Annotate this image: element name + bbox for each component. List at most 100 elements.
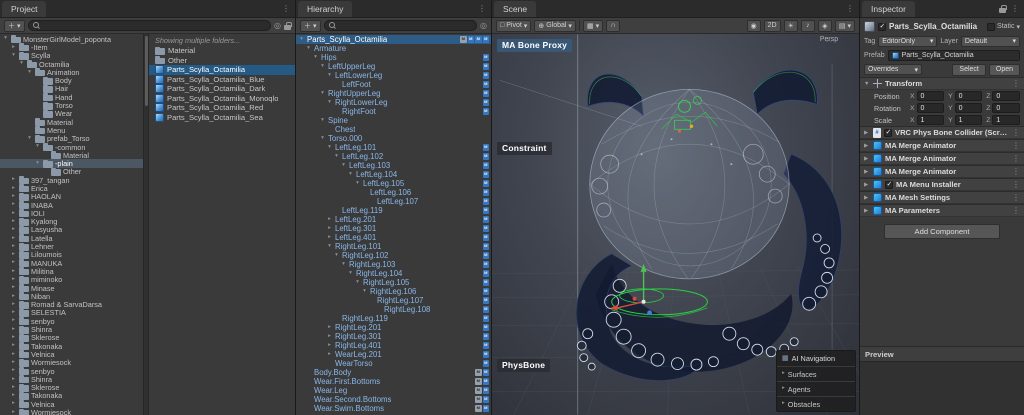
hierarchy-item[interactable]: ▾RightLowerLegM bbox=[296, 98, 491, 107]
snap-magnet-button[interactable]: ∩ bbox=[606, 20, 620, 32]
expand-arrow[interactable]: ▸ bbox=[10, 302, 17, 308]
hierarchy-item[interactable]: ▸RightLeg.301M bbox=[296, 332, 491, 341]
expand-arrow[interactable]: ▾ bbox=[319, 91, 326, 97]
context-menu-icon[interactable]: ⋮ bbox=[1012, 129, 1020, 137]
hierarchy-item[interactable]: ▾HipsM bbox=[296, 53, 491, 62]
project-tree-item[interactable]: ▸IOLI bbox=[0, 209, 143, 217]
project-search[interactable] bbox=[28, 20, 272, 31]
hierarchy-item[interactable]: ▾Torso.000 bbox=[296, 134, 491, 143]
expand-arrow[interactable]: ▾ bbox=[340, 262, 347, 268]
expand-arrow[interactable]: ▾ bbox=[2, 36, 9, 42]
expand-arrow[interactable]: ▾ bbox=[319, 118, 326, 124]
enable-checkbox[interactable] bbox=[884, 129, 892, 137]
hierarchy-item[interactable]: ▾RightLeg.102M bbox=[296, 251, 491, 260]
expand-arrow[interactable]: ▾ bbox=[298, 37, 305, 43]
context-menu-icon[interactable]: ⋮ bbox=[1012, 155, 1020, 163]
hierarchy-item[interactable]: WearTorsoM bbox=[296, 359, 491, 368]
foldout-arrow[interactable]: ▶ bbox=[864, 208, 870, 214]
expand-arrow[interactable]: ▸ bbox=[10, 294, 17, 300]
expand-arrow[interactable]: ▾ bbox=[354, 181, 361, 187]
expand-arrow[interactable]: ▸ bbox=[10, 327, 17, 333]
expand-arrow[interactable]: ▸ bbox=[10, 186, 17, 192]
component-header[interactable]: ▶MA Parameters⋮ bbox=[860, 204, 1024, 217]
foldout-arrow[interactable]: ▶ bbox=[864, 195, 870, 201]
hierarchy-item[interactable]: ▾RightLeg.105M bbox=[296, 278, 491, 287]
expand-arrow[interactable]: ▾ bbox=[326, 244, 333, 250]
project-tree-item[interactable]: ▸Takonaka bbox=[0, 342, 143, 350]
expand-arrow[interactable]: ▸ bbox=[10, 227, 17, 233]
axis-value-field[interactable]: 0 bbox=[917, 103, 945, 113]
project-tree-item[interactable]: ▸Sklerose bbox=[0, 383, 143, 391]
foldout-arrow[interactable]: ▶ bbox=[864, 182, 870, 188]
hierarchy-add-button[interactable]: ＋▾ bbox=[300, 20, 321, 32]
expand-arrow[interactable]: ▾ bbox=[326, 100, 333, 106]
scene-menu-icon[interactable]: ⋮ bbox=[846, 5, 854, 13]
hierarchy-item[interactable]: RightLeg.119M bbox=[296, 314, 491, 323]
project-tree-item[interactable]: ▸397_tangan bbox=[0, 176, 143, 184]
expand-arrow[interactable]: ▸ bbox=[326, 352, 333, 358]
expand-arrow[interactable]: ▸ bbox=[10, 377, 17, 383]
hierarchy-item[interactable]: ▾RightUpperLegM bbox=[296, 89, 491, 98]
expand-arrow[interactable]: ▸ bbox=[10, 236, 17, 242]
expand-arrow[interactable]: ▾ bbox=[361, 289, 368, 295]
project-tree-item[interactable]: ▸Minase bbox=[0, 284, 143, 292]
gameobject-name[interactable]: Parts_Scylla_Octamilia bbox=[889, 22, 984, 31]
hierarchy-search-input[interactable] bbox=[339, 21, 473, 30]
component-header[interactable]: ▶MA Merge Animator⋮ bbox=[860, 165, 1024, 178]
context-menu-icon[interactable]: ⋮ bbox=[1012, 194, 1020, 202]
project-tree-item[interactable]: ▸Velnica bbox=[0, 400, 143, 408]
active-checkbox[interactable] bbox=[878, 23, 886, 31]
project-tree-item[interactable]: ▸HAOLAN bbox=[0, 193, 143, 201]
hierarchy-item[interactable]: ▸LeftLeg.201M bbox=[296, 215, 491, 224]
axis-value-field[interactable]: 0 bbox=[992, 91, 1020, 101]
expand-arrow[interactable]: ▾ bbox=[326, 145, 333, 151]
foldout-arrow[interactable]: ▶ bbox=[864, 143, 870, 149]
tab-hierarchy[interactable]: Hierarchy bbox=[298, 1, 352, 17]
audio-toggle-button[interactable]: ♪ bbox=[801, 20, 815, 32]
hierarchy-item[interactable]: ▾RightLeg.104M bbox=[296, 269, 491, 278]
expand-arrow[interactable]: ▾ bbox=[333, 154, 340, 160]
hierarchy-menu-icon[interactable]: ⋮ bbox=[478, 5, 486, 13]
project-tree-item[interactable]: ▸senbyo bbox=[0, 317, 143, 325]
project-tree-item[interactable]: ▸Sklerose bbox=[0, 334, 143, 342]
project-file-item[interactable]: Parts_Scylla_Octamilia bbox=[149, 65, 295, 75]
expand-arrow[interactable]: ▸ bbox=[10, 252, 17, 258]
expand-arrow[interactable]: ▸ bbox=[10, 343, 17, 349]
expand-arrow[interactable]: ▾ bbox=[10, 53, 17, 59]
enable-checkbox[interactable] bbox=[885, 181, 893, 189]
add-component-button[interactable]: Add Component bbox=[884, 224, 1000, 239]
project-lock-icon[interactable] bbox=[284, 22, 291, 30]
layer-dropdown[interactable]: Default▾ bbox=[961, 36, 1020, 47]
project-tree-item[interactable]: ▸Lehner bbox=[0, 242, 143, 250]
foldout-arrow[interactable]: ▶ bbox=[864, 130, 870, 136]
project-search-input[interactable] bbox=[43, 21, 267, 30]
expand-arrow[interactable]: ▸ bbox=[326, 217, 333, 223]
project-tree-item[interactable]: ▸Kyalong bbox=[0, 218, 143, 226]
hierarchy-item[interactable]: ▾RightLeg.103M bbox=[296, 260, 491, 269]
expand-arrow[interactable]: ▸ bbox=[10, 277, 17, 283]
project-tree-item[interactable]: ▸Militina bbox=[0, 267, 143, 275]
hierarchy-item[interactable]: ▸RightLeg.201M bbox=[296, 323, 491, 332]
project-tree-item[interactable]: ▸Wormiesock bbox=[0, 359, 143, 367]
gizmos-dropdown[interactable]: ▤▾ bbox=[835, 20, 855, 32]
ai-navigation-item[interactable]: ▸Agents bbox=[777, 381, 855, 396]
orientation-gizmo[interactable]: Persp bbox=[805, 38, 853, 43]
hierarchy-item[interactable]: LeftLeg.107M bbox=[296, 197, 491, 206]
expand-arrow[interactable]: ▾ bbox=[26, 136, 33, 142]
expand-arrow[interactable]: ▸ bbox=[10, 285, 17, 291]
hierarchy-item[interactable]: ▸RightLeg.401M bbox=[296, 341, 491, 350]
tab-scene[interactable]: Scene bbox=[494, 1, 536, 17]
tag-dropdown[interactable]: EditorOnly▾ bbox=[878, 36, 937, 47]
hierarchy-item[interactable]: Wear.Swim.BottomsMM bbox=[296, 404, 491, 413]
axis-value-field[interactable]: 0 bbox=[955, 91, 983, 101]
hierarchy-item[interactable]: ▾LeftLeg.101M bbox=[296, 143, 491, 152]
project-tree-item[interactable]: Material bbox=[0, 118, 143, 126]
project-file-item[interactable]: Parts_Scylla_Octamilia_Sea bbox=[149, 113, 295, 123]
ai-navigation-item[interactable]: ▸Surfaces bbox=[777, 366, 855, 381]
static-checkbox[interactable] bbox=[987, 23, 995, 31]
expand-arrow[interactable]: ▸ bbox=[10, 260, 17, 266]
hierarchy-item[interactable]: ▾RightLeg.101M bbox=[296, 242, 491, 251]
hierarchy-item[interactable]: ▸LeftLeg.301M bbox=[296, 224, 491, 233]
hierarchy-item[interactable]: Wear.LegMM bbox=[296, 386, 491, 395]
context-menu-icon[interactable]: ⋮ bbox=[1012, 207, 1020, 215]
